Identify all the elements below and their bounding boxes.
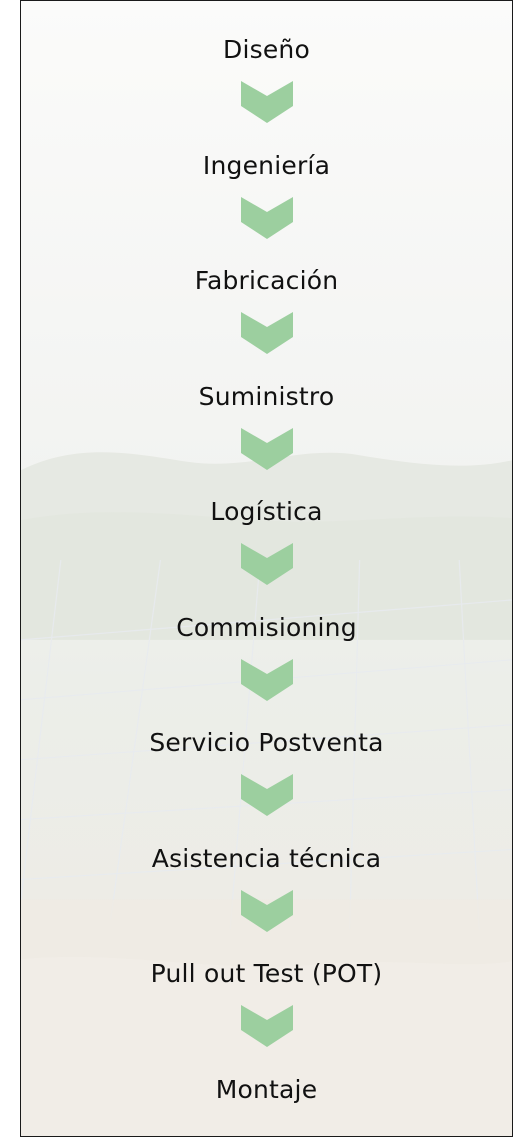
step-label: Servicio Postventa <box>149 728 384 757</box>
step-label: Fabricación <box>194 266 339 295</box>
chevron-down-icon <box>240 658 293 701</box>
chevron-down-icon <box>240 196 293 239</box>
step-label: Pull out Test (POT) <box>150 959 383 988</box>
step-label: Logística <box>210 497 323 526</box>
chevron-down-icon <box>240 774 293 816</box>
step-label: Suministro <box>198 381 335 411</box>
chevron-down-icon <box>240 81 293 123</box>
step-label: Diseño <box>223 35 310 64</box>
chevron-down-icon <box>240 543 293 585</box>
step-label: Ingeniería <box>202 150 331 180</box>
process-flow-frame: Diseño Ingeniería Fabricación Suministro Log… <box>20 0 513 1137</box>
chevron-down-icon <box>240 427 293 470</box>
step-label: Commisioning <box>176 612 357 642</box>
chevron-down-icon <box>240 1005 293 1047</box>
chevron-down-icon <box>240 312 293 354</box>
step-label: Montaje <box>215 1074 318 1104</box>
chevron-down-icon <box>240 889 293 932</box>
step-label: Asistencia técnica <box>151 843 382 873</box>
